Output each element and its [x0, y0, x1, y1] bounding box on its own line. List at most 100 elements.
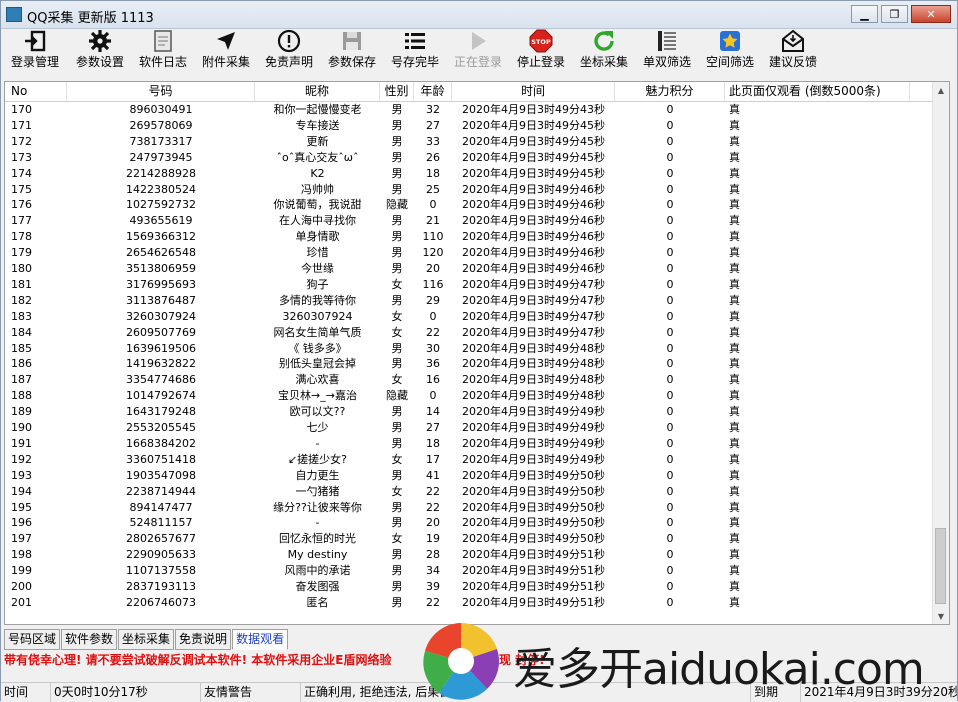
column-header-gender[interactable]: 性别 — [380, 82, 414, 101]
cell-age: 17 — [426, 452, 440, 466]
table-row[interactable]: 174 2214288928 K2 男 18 2020年4月9日3时49分45秒 0 真 — [5, 166, 934, 182]
table-row[interactable]: 180 3513806959 今世缘 男 20 2020年4月9日3时49分46秒 0 真 — [5, 261, 934, 277]
cell-gender: 女 — [391, 277, 403, 291]
cell-charm: 0 — [666, 516, 674, 530]
cell-gender: 男 — [391, 516, 403, 530]
cell-charm: 0 — [666, 357, 674, 371]
table-row[interactable]: 191 1668384202 - 男 18 2020年4月9日3时49分49秒 0 真 — [5, 436, 934, 452]
table-row[interactable]: 171 269578069 专车接送 男 27 2020年4月9日3时49分45秒 0 真 — [5, 118, 934, 134]
table-row[interactable]: 201 2206746073 匿名 男 22 2020年4月9日3时49分51秒 0 真 — [5, 595, 934, 611]
column-header-charm[interactable]: 魅力积分 — [615, 82, 725, 101]
table-row[interactable]: 182 3113876487 多情的我等待你 男 29 2020年4月9日3时49分47秒… — [5, 293, 934, 309]
cell-time: 2020年4月9日3时49分47秒 — [462, 309, 605, 323]
table-row[interactable]: 186 1419632822 别低头皇冠会掉 男 36 2020年4月9日3时49分48秒… — [5, 356, 934, 372]
cell-no: 173 — [11, 150, 32, 164]
table-row[interactable]: 189 1643179248 欧可以文?? 男 14 2020年4月9日3时49分49秒 0… — [5, 404, 934, 420]
title-bar[interactable]: QQ采集 更新版 1113 ▁ ❐ ✕ — [1, 1, 957, 29]
odd-even-filter-button[interactable]: 单双筛选 — [643, 29, 691, 73]
tab-disclaimer[interactable]: 免责说明 — [175, 629, 232, 650]
table-row[interactable]: 196 524811157 - 男 20 2020年4月9日3时49分50秒 0 真 — [5, 515, 934, 531]
close-button[interactable]: ✕ — [911, 5, 951, 23]
table-row[interactable]: 177 493655619 在人海中寻找你 男 21 2020年4月9日3时49分46秒 0… — [5, 213, 934, 229]
cell-number: 2238714944 — [126, 484, 196, 498]
cell-charm: 0 — [666, 405, 674, 419]
table-row[interactable]: 198 2290905633 My destiny 男 28 2020年4月9日3时49分… — [5, 547, 934, 563]
cell-age: 120 — [422, 246, 444, 260]
column-header-time[interactable]: 时间 — [452, 82, 615, 101]
cell-view-only: 真 — [729, 325, 740, 339]
stop-login-button[interactable]: STOP 停止登录 — [517, 29, 565, 73]
feedback-button[interactable]: 建议反馈 — [769, 29, 817, 73]
tab-software-params[interactable]: 软件参数 — [61, 629, 118, 650]
table-row[interactable]: 192 3360751418 ↙搓搓少女? 女 17 2020年4月9日3时49分49秒 0… — [5, 452, 934, 468]
table-row[interactable]: 179 2654626548 珍惜 男 120 2020年4月9日3时49分46秒 0 真 — [5, 245, 934, 261]
cell-no: 195 — [11, 500, 32, 514]
table-row[interactable]: 173 247973945 ˆoˆ真心交友ˆωˆ 男 26 2020年4月9日3时49分4… — [5, 150, 934, 166]
cell-gender: 男 — [391, 230, 403, 244]
table-row[interactable]: 175 1422380524 冯帅帅 男 25 2020年4月9日3时49分46秒 0 真 — [5, 182, 934, 198]
cell-age: 27 — [426, 118, 440, 132]
table-row[interactable]: 195 894147477 缘分??让彼来等你 男 22 2020年4月9日3时49分50… — [5, 500, 934, 516]
table-row[interactable]: 172 738173317 更新 男 33 2020年4月9日3时49分45秒 0 真 — [5, 134, 934, 150]
table-row[interactable]: 197 2802657677 回忆永恒的时光 女 19 2020年4月9日3时49分50秒… — [5, 531, 934, 547]
table-row[interactable]: 188 1014792674 宝贝林→_→嘉治 隐藏 0 2020年4月9日3时49分48… — [5, 388, 934, 404]
table-row[interactable]: 185 1639619506 《 钱多多》 男 30 2020年4月9日3时49分48秒 0… — [5, 341, 934, 357]
cell-number: 1419632822 — [126, 357, 196, 371]
table-row[interactable]: 193 1903547098 自力更生 男 41 2020年4月9日3时49分50秒 0 真 — [5, 468, 934, 484]
cell-charm: 0 — [666, 484, 674, 498]
cell-age: 116 — [422, 277, 444, 291]
cell-gender: 男 — [391, 580, 403, 593]
table-row[interactable]: 199 1107137558 风雨中的承诺 男 34 2020年4月9日3时49分51秒 0… — [5, 563, 934, 579]
column-header-nickname[interactable]: 昵称 — [255, 82, 380, 101]
tab-coordinate-collect[interactable]: 坐标采集 — [118, 629, 175, 650]
column-header-no[interactable]: No — [5, 82, 67, 101]
save-params-button[interactable]: 参数保存 — [328, 29, 376, 73]
cell-nickname: 在人海中寻找你 — [279, 214, 356, 228]
logging-in-button[interactable]: 正在登录 — [454, 29, 502, 73]
log-button[interactable]: 软件日志 — [139, 29, 187, 73]
disclaimer-button[interactable]: 免责声明 — [265, 29, 313, 73]
table-row[interactable]: 194 2238714944 一勺猪猪 女 22 2020年4月9日3时49分50秒 0 真 — [5, 484, 934, 500]
table-row[interactable]: 178 1569366312 单身情歌 男 110 2020年4月9日3时49分46秒 0 真 — [5, 229, 934, 245]
cell-time: 2020年4月9日3时49分46秒 — [462, 214, 605, 228]
table-row[interactable]: 200 2837193113 奋发图强 男 39 2020年4月9日3时49分51秒 0 真 — [5, 579, 934, 595]
cell-gender: 男 — [391, 421, 403, 434]
coordinate-collect-button[interactable]: 坐标采集 — [580, 29, 628, 73]
table-row[interactable]: 190 2553205545 七少 男 27 2020年4月9日3时49分49秒 0 真 — [5, 420, 934, 436]
scroll-thumb[interactable] — [935, 528, 946, 604]
space-filter-button[interactable]: 空间筛选 — [706, 29, 754, 73]
table-row[interactable]: 176 1027592732 你说葡萄，我说甜 隐藏 0 2020年4月9日3时49分46… — [5, 197, 934, 213]
vertical-scrollbar[interactable]: ▲ ▼ — [932, 82, 949, 624]
settings-button[interactable]: 参数设置 — [76, 29, 124, 73]
cell-no: 171 — [11, 118, 32, 132]
cell-time: 2020年4月9日3时49分46秒 — [462, 246, 605, 260]
cell-view-only: 真 — [729, 262, 740, 275]
table-row[interactable]: 187 3354774686 满心欢喜 女 16 2020年4月9日3时49分48秒 0 真 — [5, 372, 934, 388]
table-row[interactable]: 184 2609507769 网名女生简单气质 女 22 2020年4月9日3时49分47… — [5, 325, 934, 341]
cell-gender: 男 — [391, 405, 403, 419]
scroll-up-icon[interactable]: ▲ — [933, 82, 949, 98]
cell-time: 2020年4月9日3时49分48秒 — [462, 357, 605, 371]
table-row[interactable]: 181 3176995693 狗子 女 116 2020年4月9日3时49分47秒 0 真 — [5, 277, 934, 293]
tab-number-area[interactable]: 号码区域 — [4, 629, 61, 650]
column-header-view-only[interactable]: 此页面仅观看 (倒数5000条) — [725, 82, 910, 101]
cell-charm: 0 — [666, 309, 674, 323]
table-row[interactable]: 170 896030491 和你一起慢慢变老 男 32 2020年4月9日3时49分43秒… — [5, 102, 934, 118]
restore-button[interactable]: ❐ — [881, 5, 908, 23]
cell-view-only: 真 — [729, 405, 740, 419]
cell-view-only: 真 — [729, 357, 740, 371]
cell-view-only: 真 — [729, 198, 740, 212]
cell-view-only: 真 — [729, 373, 740, 387]
table-row[interactable]: 183 3260307924 3260307924 女 0 2020年4月9日3时49分4… — [5, 309, 934, 325]
attachment-collect-button[interactable]: 附件采集 — [202, 29, 250, 73]
cell-nickname: 你说葡萄，我说甜 — [273, 198, 362, 212]
cell-charm: 0 — [666, 595, 674, 609]
login-manage-button[interactable]: 登录管理 — [11, 29, 59, 73]
column-header-age[interactable]: 年龄 — [414, 82, 452, 101]
tab-data-view[interactable]: 数据观看 — [232, 629, 289, 650]
minimize-button[interactable]: ▁ — [851, 5, 878, 23]
save-done-button[interactable]: 号存完毕 — [391, 29, 439, 73]
cell-number: 2214288928 — [126, 166, 196, 180]
column-header-number[interactable]: 号码 — [67, 82, 255, 101]
data-table[interactable]: No 号码 昵称 性别 年龄 时间 魅力积分 此页面仅观看 (倒数5000条) … — [4, 81, 950, 625]
